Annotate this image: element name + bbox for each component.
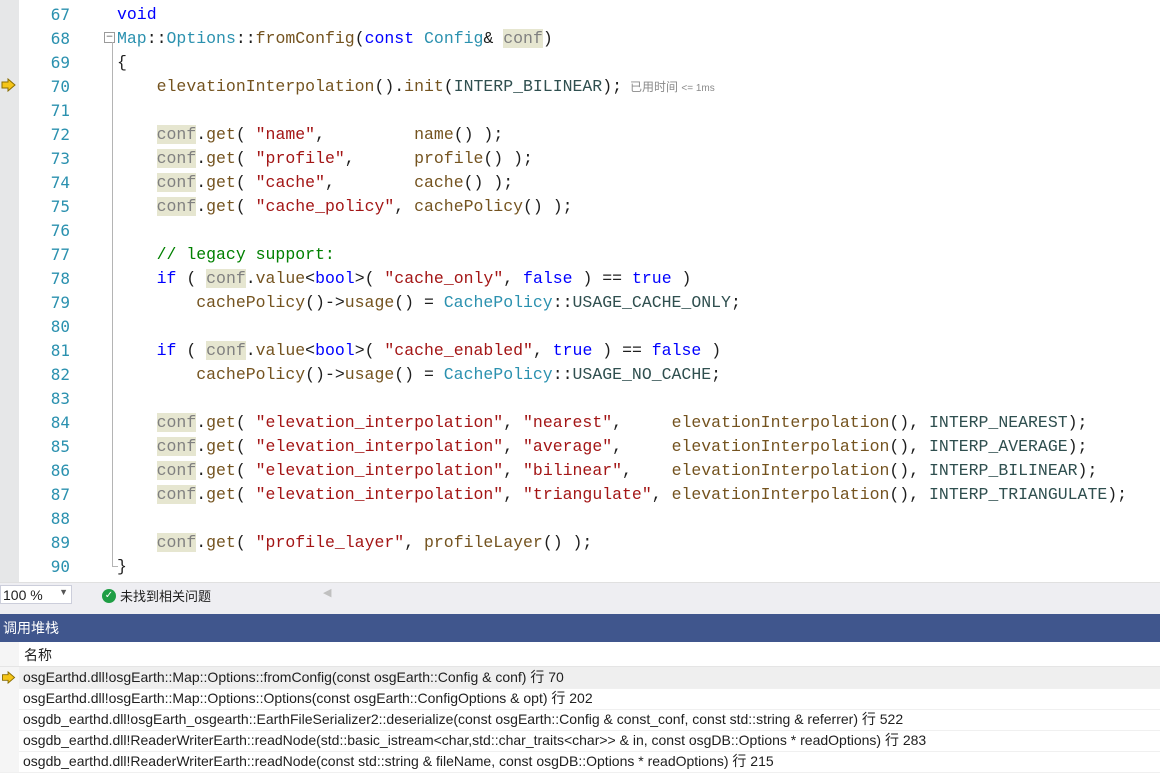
line-number: 71 <box>50 101 70 120</box>
panel-splitter[interactable] <box>0 606 1160 614</box>
code-text[interactable]: conf.get( "profile_layer", profileLayer(… <box>117 531 592 555</box>
code-line[interactable]: 74 conf.get( "cache", cache() ); <box>0 171 1160 195</box>
code-line[interactable]: 70 elevationInterpolation().init(INTERP_… <box>0 75 1160 99</box>
line-number: 68 <box>50 29 70 48</box>
callstack-frame[interactable]: osgdb_earthd.dll!ReaderWriterEarth::read… <box>0 751 1160 773</box>
scope-guide <box>112 42 113 567</box>
line-number: 86 <box>50 461 70 480</box>
code-text[interactable]: conf.get( "elevation_interpolation", "tr… <box>117 483 1127 507</box>
code-line[interactable]: 83 <box>0 387 1160 411</box>
code-line[interactable]: 84 conf.get( "elevation_interpolation", … <box>0 411 1160 435</box>
code-text[interactable]: Map::Options::fromConfig(const Config& c… <box>117 27 553 51</box>
code-line[interactable]: 82 cachePolicy()->usage() = CachePolicy:… <box>0 363 1160 387</box>
line-number: 82 <box>50 365 70 384</box>
code-text[interactable]: conf.get( "elevation_interpolation", "bi… <box>117 459 1097 483</box>
issues-label: 未找到相关问题 <box>120 589 212 604</box>
code-line[interactable]: 76 <box>0 219 1160 243</box>
code-text[interactable]: { <box>117 51 127 75</box>
code-line[interactable]: 86 conf.get( "elevation_interpolation", … <box>0 459 1160 483</box>
line-number: 90 <box>50 557 70 576</box>
code-text[interactable]: // legacy support: <box>117 243 335 267</box>
issues-indicator[interactable]: ✓ 未找到相关问题 <box>102 586 211 605</box>
callstack-column-header[interactable]: 名称 <box>0 642 1160 667</box>
frame-text: osgdb_earthd.dll!osgEarth_osgearth::Eart… <box>23 711 904 727</box>
code-line[interactable]: 67 void <box>0 3 1160 27</box>
line-number: 88 <box>50 509 70 528</box>
frame-text: osgdb_earthd.dll!ReaderWriterEarth::read… <box>23 753 774 769</box>
line-number: 76 <box>50 221 70 240</box>
column-name-label: 名称 <box>24 647 52 663</box>
scope-guide-end <box>112 566 118 567</box>
code-text[interactable]: if ( conf.value<bool>( "cache_only", fal… <box>117 267 691 291</box>
callstack-frame[interactable]: osgdb_earthd.dll!ReaderWriterEarth::read… <box>0 730 1160 752</box>
code-text[interactable]: conf.get( "elevation_interpolation", "ne… <box>117 411 1087 435</box>
code-text[interactable]: void <box>117 3 157 27</box>
line-number: 81 <box>50 341 70 360</box>
panel-title-label: 调用堆栈 <box>3 620 59 636</box>
frame-text: osgEarthd.dll!osgEarth::Map::Options::Op… <box>23 690 593 706</box>
frame-text: osgdb_earthd.dll!ReaderWriterEarth::read… <box>23 732 927 748</box>
line-number: 85 <box>50 437 70 456</box>
code-editor[interactable]: 67 void68 Map::Options::fromConfig(const C… <box>0 0 1160 582</box>
line-number: 78 <box>50 269 70 288</box>
code-text[interactable]: conf.get( "cache_policy", cachePolicy() … <box>117 195 573 219</box>
code-line[interactable]: 89 conf.get( "profile_layer", profileLay… <box>0 531 1160 555</box>
code-text[interactable]: conf.get( "elevation_interpolation", "av… <box>117 435 1087 459</box>
code-line[interactable]: 78 if ( conf.value<bool>( "cache_only", … <box>0 267 1160 291</box>
code-text[interactable]: } <box>117 555 127 579</box>
code-line[interactable]: 75 conf.get( "cache_policy", cachePolicy… <box>0 195 1160 219</box>
collapse-toggle[interactable]: − <box>104 32 115 43</box>
line-number: 70 <box>50 77 70 96</box>
callstack-frame[interactable]: osgdb_earthd.dll!osgEarth_osgearth::Eart… <box>0 709 1160 731</box>
code-line[interactable]: 68 Map::Options::fromConfig(const Config&… <box>0 27 1160 51</box>
code-line[interactable]: 87 conf.get( "elevation_interpolation", … <box>0 483 1160 507</box>
callstack-frame[interactable]: osgEarthd.dll!osgEarth::Map::Options::Op… <box>0 688 1160 710</box>
line-number: 69 <box>50 53 70 72</box>
line-number: 80 <box>50 317 70 336</box>
line-number: 74 <box>50 173 70 192</box>
line-number: 89 <box>50 533 70 552</box>
frame-text: osgEarthd.dll!osgEarth::Map::Options::fr… <box>23 669 564 685</box>
callstack-frame[interactable]: osgEarthd.dll!osgEarth::Map::Options::fr… <box>0 667 1160 689</box>
zoom-value: 100 % <box>3 587 43 603</box>
code-line[interactable]: 85 conf.get( "elevation_interpolation", … <box>0 435 1160 459</box>
code-line[interactable]: 73 conf.get( "profile", profile() ); <box>0 147 1160 171</box>
code-text[interactable]: cachePolicy()->usage() = CachePolicy::US… <box>117 291 741 315</box>
code-line[interactable]: 90} <box>0 555 1160 579</box>
line-number: 83 <box>50 389 70 408</box>
check-circle-icon: ✓ <box>102 588 116 603</box>
line-number: 87 <box>50 485 70 504</box>
scroll-left-icon[interactable]: ◀ <box>323 586 331 599</box>
code-text[interactable]: elevationInterpolation().init(INTERP_BIL… <box>117 75 715 101</box>
line-number: 75 <box>50 197 70 216</box>
editor-status-bar: 100 % ▼ ✓ 未找到相关问题 ◀ <box>0 582 1160 606</box>
chevron-down-icon: ▼ <box>59 587 68 597</box>
code-text[interactable]: cachePolicy()->usage() = CachePolicy::US… <box>117 363 721 387</box>
code-text[interactable]: conf.get( "name", name() ); <box>117 123 503 147</box>
callstack-panel-title: 调用堆栈 <box>0 614 1160 642</box>
line-number: 77 <box>50 245 70 264</box>
line-number: 72 <box>50 125 70 144</box>
code-line[interactable]: 72 conf.get( "name", name() ); <box>0 123 1160 147</box>
code-line[interactable]: 71 <box>0 99 1160 123</box>
current-statement-arrow-icon <box>1 78 16 92</box>
zoom-select[interactable]: 100 % ▼ <box>0 585 72 604</box>
code-line[interactable]: 80 <box>0 315 1160 339</box>
code-text[interactable]: conf.get( "profile", profile() ); <box>117 147 533 171</box>
line-number: 67 <box>50 5 70 24</box>
code-line[interactable]: 69 { <box>0 51 1160 75</box>
line-number: 84 <box>50 413 70 432</box>
code-line[interactable]: 88 <box>0 507 1160 531</box>
code-line[interactable]: 81 if ( conf.value<bool>( "cache_enabled… <box>0 339 1160 363</box>
line-number: 73 <box>50 149 70 168</box>
code-text[interactable]: conf.get( "cache", cache() ); <box>117 171 513 195</box>
code-line[interactable]: 77 // legacy support: <box>0 243 1160 267</box>
code-text[interactable]: if ( conf.value<bool>( "cache_enabled", … <box>117 339 721 363</box>
current-frame-arrow-icon <box>2 671 16 684</box>
code-line[interactable]: 79 cachePolicy()->usage() = CachePolicy:… <box>0 291 1160 315</box>
line-number: 79 <box>50 293 70 312</box>
